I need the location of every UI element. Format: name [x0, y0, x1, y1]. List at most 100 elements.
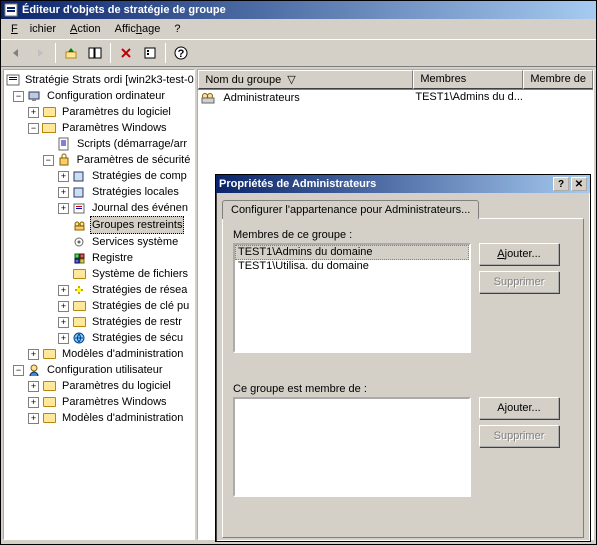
tree-item[interactable]: Modèles d'administration	[60, 410, 185, 426]
tree-item[interactable]: Modèles d'administration	[60, 346, 185, 362]
expand-toggle[interactable]: −	[28, 123, 39, 134]
properties-dialog: Propriétés de Administrateurs ? ✕ Config…	[215, 174, 591, 542]
column-header-members[interactable]: Membres	[413, 70, 523, 89]
remove-memberof-button[interactable]: Supprimer	[479, 425, 559, 447]
expand-toggle[interactable]: +	[58, 333, 69, 344]
expand-toggle[interactable]: +	[28, 397, 39, 408]
tree-item[interactable]: Système de fichiers	[90, 266, 190, 282]
tree-pane[interactable]: Stratégie Strats ordi [win2k3-test-0 − Co…	[3, 69, 195, 540]
tree-item[interactable]: Stratégies de comp	[90, 168, 189, 184]
folder-icon	[41, 395, 57, 409]
tree-item-selected[interactable]: Groupes restreints	[90, 216, 184, 234]
tree-item[interactable]: Registre	[90, 250, 135, 266]
group-icon	[200, 91, 216, 105]
menu-view[interactable]: Affichage	[109, 21, 167, 37]
expand-toggle[interactable]: +	[28, 413, 39, 424]
memberof-label: Ce groupe est membre de :	[233, 383, 573, 395]
column-header-memberof[interactable]: Membre de	[523, 70, 593, 89]
window-title: Éditeur d'objets de stratégie de groupe	[22, 4, 594, 16]
tree-item[interactable]: Paramètres de sécurité	[75, 152, 193, 168]
eventlog-icon	[71, 201, 87, 215]
toolbar: ?	[1, 39, 596, 67]
cell-members: TEST1\Admins du d...	[415, 91, 525, 105]
expand-toggle[interactable]: −	[43, 155, 54, 166]
tree-item[interactable]: Paramètres du logiciel	[60, 378, 173, 394]
expand-toggle[interactable]: +	[58, 171, 69, 182]
tree-item[interactable]: Stratégies de clé pu	[90, 298, 191, 314]
folder-icon	[71, 299, 87, 313]
tree-item[interactable]: Paramètres Windows	[60, 120, 169, 136]
expand-toggle[interactable]: +	[58, 203, 69, 214]
expand-toggle[interactable]: +	[28, 349, 39, 360]
list-header: Nom du groupe ▽ Membres Membre de	[198, 70, 593, 90]
security-icon	[56, 153, 72, 167]
memberof-listbox[interactable]	[233, 397, 471, 497]
dialog-titlebar[interactable]: Propriétés de Administrateurs ? ✕	[216, 175, 590, 193]
expand-toggle[interactable]: +	[58, 317, 69, 328]
script-icon	[56, 137, 72, 151]
tree-item[interactable]: Configuration ordinateur	[45, 88, 167, 104]
folder-icon	[71, 315, 87, 329]
menubar: Fichier Action Affichage ?	[1, 19, 596, 39]
tree-item[interactable]: Journal des événen	[90, 200, 190, 216]
delete-button[interactable]	[115, 42, 137, 64]
properties-button[interactable]	[139, 42, 161, 64]
add-member-button[interactable]: Ajouter...	[479, 243, 559, 265]
expand-toggle[interactable]: +	[28, 107, 39, 118]
expand-toggle[interactable]: −	[13, 91, 24, 102]
network-policy-icon	[71, 283, 87, 297]
folder-icon	[41, 411, 57, 425]
tree-item[interactable]: Stratégies de sécu	[90, 330, 185, 346]
folder-icon	[41, 347, 57, 361]
policy-icon	[6, 73, 20, 87]
column-header-name[interactable]: Nom du groupe ▽	[198, 70, 413, 89]
show-button[interactable]	[84, 42, 106, 64]
tree-item[interactable]: Paramètres du logiciel	[60, 104, 173, 120]
list-item[interactable]: TEST1\Admins du domaine	[235, 245, 469, 260]
cell-memberof	[525, 91, 591, 105]
restricted-groups-icon	[71, 218, 87, 232]
back-button[interactable]	[5, 42, 27, 64]
add-memberof-button[interactable]: Ajouter...	[479, 397, 559, 419]
cell-group-name: Administrateurs	[223, 92, 299, 104]
tree-root[interactable]: Stratégie Strats ordi [win2k3-test-0	[23, 72, 195, 88]
services-icon	[71, 235, 87, 249]
list-item[interactable]: TEST1\Utilisa. du domaine	[235, 260, 469, 273]
menu-file[interactable]: Fichier	[5, 21, 62, 37]
expand-toggle[interactable]: −	[13, 365, 24, 376]
remove-member-button[interactable]: Supprimer	[479, 271, 559, 293]
tree-item[interactable]: Stratégies de restr	[90, 314, 184, 330]
members-label: Membres de ce groupe :	[233, 229, 573, 241]
forward-button	[29, 42, 51, 64]
menu-action[interactable]: Action	[64, 21, 107, 37]
tree-item[interactable]: Paramètres Windows	[60, 394, 169, 410]
menu-help[interactable]: ?	[168, 21, 186, 37]
user-config-icon	[26, 363, 42, 377]
svg-text:?: ?	[178, 48, 185, 60]
folder-open-icon	[41, 121, 57, 135]
computer-config-icon	[26, 89, 42, 103]
dialog-tab[interactable]: Configurer l'appartenance pour Administr…	[222, 200, 479, 219]
folder-icon	[41, 105, 57, 119]
tree-item[interactable]: Stratégies de résea	[90, 282, 189, 298]
policy-item-icon	[71, 185, 87, 199]
dialog-close-button[interactable]: ✕	[571, 177, 587, 191]
folder-icon	[41, 379, 57, 393]
tree-item[interactable]: Scripts (démarrage/arr	[75, 136, 189, 152]
window-titlebar: Éditeur d'objets de stratégie de groupe	[1, 1, 596, 19]
dialog-title: Propriétés de Administrateurs	[219, 178, 551, 190]
members-listbox[interactable]: TEST1\Admins du domaine TEST1\Utilisa. d…	[233, 243, 471, 353]
up-button[interactable]	[60, 42, 82, 64]
dialog-help-button[interactable]: ?	[553, 177, 569, 191]
list-row[interactable]: Administrateurs TEST1\Admins du d...	[198, 90, 593, 106]
tree-item[interactable]: Stratégies locales	[90, 184, 181, 200]
tree-item[interactable]: Configuration utilisateur	[45, 362, 165, 378]
expand-toggle[interactable]: +	[58, 187, 69, 198]
expand-toggle[interactable]: +	[58, 285, 69, 296]
expand-toggle[interactable]: +	[28, 381, 39, 392]
filesystem-icon	[71, 267, 87, 281]
app-icon	[3, 2, 19, 18]
expand-toggle[interactable]: +	[58, 301, 69, 312]
help-button[interactable]: ?	[170, 42, 192, 64]
tree-item[interactable]: Services système	[90, 234, 180, 250]
